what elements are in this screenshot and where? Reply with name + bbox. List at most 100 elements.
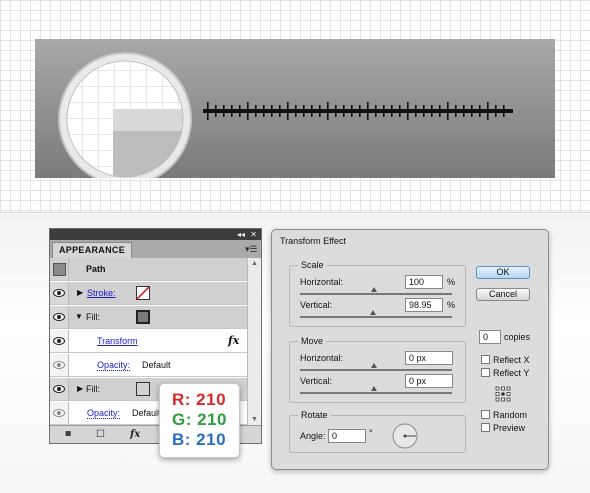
list-item-path[interactable]: Path	[50, 258, 248, 281]
scale-horizontal-slider[interactable]	[300, 293, 452, 295]
visibility-eye-icon[interactable]	[50, 282, 69, 304]
ruler-tick	[207, 102, 209, 120]
panel-menu-icon[interactable]: ▾☰	[245, 244, 258, 254]
visibility-eye-icon[interactable]	[50, 378, 69, 400]
add-effect-fx-icon[interactable]: fx	[130, 429, 140, 441]
preview-label: Preview	[493, 423, 526, 433]
expand-triangle-icon[interactable]: ▶	[77, 289, 83, 297]
ruler-tick	[487, 102, 489, 120]
visibility-eye-icon[interactable]	[50, 354, 69, 376]
fill-swatch-icon[interactable]	[136, 382, 150, 396]
green-value: G: 210	[172, 410, 227, 429]
scale-vertical-slider-thumb[interactable]	[370, 310, 376, 315]
ruler-tick	[367, 102, 369, 120]
opacity-label[interactable]: Opacity:	[97, 360, 131, 371]
fill-label: Fill:	[86, 384, 100, 394]
ruler-tick	[343, 105, 345, 117]
scale-group-label: Scale	[298, 260, 327, 270]
ruler-tick	[271, 105, 273, 117]
random-checkbox[interactable]	[481, 410, 490, 419]
scroll-up-icon[interactable]: ▲	[251, 260, 258, 267]
ruler-tick	[423, 105, 425, 117]
scale-horizontal-slider-thumb[interactable]	[371, 287, 377, 292]
add-new-stroke-icon[interactable]: ☐	[96, 429, 105, 441]
reflect-x-checkbox[interactable]	[481, 355, 490, 364]
ruler-tick	[471, 105, 473, 117]
visibility-eye-icon[interactable]	[50, 306, 69, 328]
ruler-tick	[439, 105, 441, 117]
reflect-y-checkbox[interactable]	[481, 368, 490, 377]
ruler-tick	[351, 105, 353, 117]
move-vertical-input[interactable]: 0 px	[405, 374, 453, 388]
move-horizontal-input[interactable]: 0 px	[405, 351, 453, 365]
ruler-tick	[263, 105, 265, 117]
ruler-tick	[415, 105, 417, 117]
transform-effect-link[interactable]: Transform	[97, 336, 138, 346]
move-vertical-label: Vertical:	[300, 376, 333, 386]
move-vertical-slider-thumb[interactable]	[371, 386, 377, 391]
ruler-tick	[255, 105, 257, 117]
close-panel-icon[interactable]: ✕	[250, 229, 257, 240]
fill-swatch-icon[interactable]	[136, 310, 150, 324]
reflect-y-label: Reflect Y	[493, 368, 530, 378]
degree-unit: °	[369, 428, 373, 438]
ruler-tick	[295, 105, 297, 117]
move-group-label: Move	[298, 336, 327, 346]
move-horizontal-slider[interactable]	[300, 369, 452, 371]
expand-triangle-icon[interactable]: ▶	[77, 385, 83, 393]
scale-vertical-label: Vertical:	[300, 300, 333, 310]
clear-appearance-icon[interactable]: ◾	[62, 429, 74, 441]
ruler-tick	[431, 105, 433, 117]
list-item-stroke[interactable]: ▶ Stroke:	[50, 282, 248, 305]
panel-tab-bar: APPEARANCE ▾☰	[50, 240, 261, 258]
ruler-tick	[375, 105, 377, 117]
visibility-eye-icon[interactable]	[50, 402, 69, 424]
angle-dial-icon[interactable]	[391, 422, 419, 450]
ruler-tick	[399, 105, 401, 117]
tab-appearance[interactable]: APPEARANCE	[52, 242, 132, 258]
transform-effect-dialog: Transform Effect Scale Horizontal: 100 %…	[271, 229, 549, 470]
collapse-triangle-icon[interactable]: ▼	[75, 313, 83, 321]
copies-input[interactable]: 0	[479, 330, 501, 344]
scale-horizontal-input[interactable]: 100	[405, 275, 443, 289]
list-item-fill-1[interactable]: ▼ Fill:	[50, 306, 248, 329]
preview-checkbox[interactable]	[481, 423, 490, 432]
ruler-tick	[231, 105, 233, 117]
stroke-label[interactable]: Stroke:	[87, 288, 116, 298]
scale-vertical-slider[interactable]	[300, 316, 452, 318]
random-label: Random	[493, 410, 528, 420]
artboard-rectangle	[35, 39, 555, 178]
visibility-eye-icon[interactable]	[50, 330, 69, 352]
opacity-value: Default	[132, 408, 161, 418]
ruler-tick	[247, 102, 249, 120]
move-group: Move Horizontal: 0 px Vertical: 0 px	[289, 336, 466, 403]
fx-icon[interactable]: fx	[228, 334, 239, 347]
artwork-canvas	[0, 0, 590, 213]
collapse-panel-icon[interactable]: ◂◂	[237, 229, 245, 240]
blue-value: B: 210	[172, 430, 227, 449]
cancel-button[interactable]: Cancel	[476, 288, 530, 301]
ruler-tick	[463, 105, 465, 117]
panel-titlebar: ◂◂ ✕	[50, 229, 261, 240]
ruler-tick	[407, 102, 409, 120]
ruler-tick	[335, 105, 337, 117]
reflect-x-label: Reflect X	[493, 355, 530, 365]
scale-vertical-input[interactable]: 98.95	[405, 298, 443, 312]
stroke-none-swatch-icon[interactable]	[136, 286, 150, 300]
angle-input[interactable]: 0	[328, 429, 366, 443]
opacity-label[interactable]: Opacity:	[87, 408, 121, 419]
panel-scrollbar[interactable]: ▲ ▼	[247, 258, 261, 425]
ok-button[interactable]: OK	[476, 266, 530, 279]
ruler-tick	[495, 105, 497, 117]
list-item-transform[interactable]: Transform fx	[50, 330, 248, 353]
move-vertical-slider[interactable]	[300, 392, 452, 394]
dialog-title: Transform Effect	[280, 236, 347, 246]
list-item-opacity-1[interactable]: Opacity: Default	[50, 354, 248, 377]
rotate-group-label: Rotate	[298, 410, 331, 420]
ruler-scale	[203, 102, 513, 120]
ruler-tick	[359, 105, 361, 117]
scroll-down-icon[interactable]: ▼	[251, 416, 258, 423]
move-horizontal-slider-thumb[interactable]	[371, 363, 377, 368]
reference-point-locator-icon[interactable]	[495, 386, 511, 402]
ruler-tick	[503, 105, 505, 117]
